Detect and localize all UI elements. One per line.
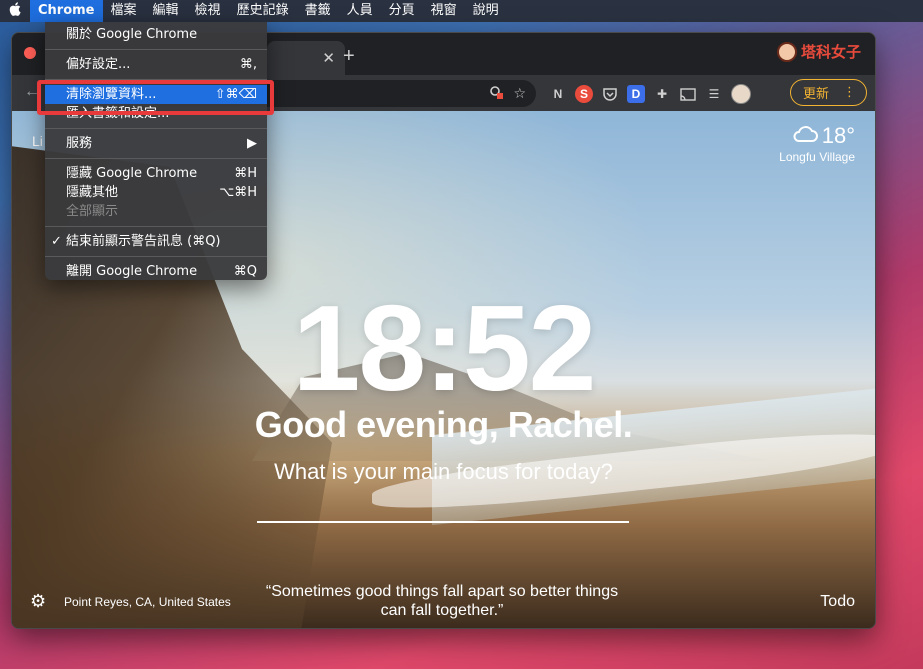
- weather-temperature: 18°: [821, 123, 855, 148]
- menu-separator: [45, 158, 267, 159]
- menu-people[interactable]: 人員: [339, 0, 381, 22]
- quote-line-2: can fall together.”: [380, 601, 504, 619]
- update-label: 更新: [802, 87, 829, 102]
- menu-item-hide-others-shortcut: ⌥⌘H: [219, 185, 257, 200]
- menu-item-show-all: 全部顯示: [45, 202, 267, 221]
- menu-item-quit-label: 離開 Google Chrome: [66, 264, 198, 279]
- menu-separator: [45, 226, 267, 227]
- profile-avatar[interactable]: [731, 84, 751, 104]
- menu-edit[interactable]: 編輯: [145, 0, 187, 22]
- menu-separator: [45, 49, 267, 50]
- quote-line-1: “Sometimes good things fall apart so bet…: [265, 582, 619, 600]
- blocked-permission-icon[interactable]: [489, 85, 504, 102]
- menu-item-preferences-shortcut: ⌘,: [239, 57, 257, 72]
- pocket-icon[interactable]: [601, 85, 619, 103]
- daily-quote: “Sometimes good things fall apart so bet…: [242, 582, 642, 620]
- new-tab-button[interactable]: +: [343, 45, 355, 68]
- todo-button[interactable]: Todo: [820, 593, 855, 611]
- extension-s-icon[interactable]: S: [575, 85, 593, 103]
- cloud-icon: [792, 123, 818, 149]
- apple-menu[interactable]: [0, 0, 30, 22]
- checkmark-icon: ✓: [51, 234, 62, 249]
- menu-item-quit-shortcut: ⌘Q: [233, 264, 257, 279]
- menu-item-warn-before-quit[interactable]: ✓ 結束前顯示警告訊息 (⌘Q): [45, 232, 267, 251]
- menu-help[interactable]: 說明: [465, 0, 507, 22]
- menu-item-quit[interactable]: 離開 Google Chrome ⌘Q: [45, 262, 267, 281]
- more-menu-icon: ⋮: [843, 85, 856, 100]
- menu-item-preferences-label: 偏好設定...: [66, 57, 131, 72]
- brand-text: 塔科女子: [800, 43, 861, 61]
- menu-view[interactable]: 檢視: [187, 0, 229, 22]
- menu-item-hide-others-label: 隱藏其他: [66, 185, 119, 200]
- menu-item-hide-chrome-shortcut: ⌘H: [234, 166, 257, 181]
- menu-file[interactable]: 檔案: [103, 0, 145, 22]
- menu-chrome[interactable]: Chrome: [30, 0, 103, 22]
- menu-item-hide-chrome[interactable]: 隱藏 Google Chrome ⌘H: [45, 164, 267, 183]
- menu-bar: Chrome 檔案 編輯 檢視 歷史記錄 書籤 人員 分頁 視窗 說明: [0, 0, 923, 22]
- media-control-icon[interactable]: ☰: [705, 85, 723, 103]
- menu-window[interactable]: 視窗: [423, 0, 465, 22]
- brand-watermark: 塔科女子: [776, 41, 861, 62]
- extension-n-icon[interactable]: N: [549, 85, 567, 103]
- focus-question: What is your main focus for today?: [274, 459, 613, 484]
- greeting-text: Good evening, Rachel.: [254, 404, 633, 445]
- submenu-arrow-icon: ▶: [247, 136, 257, 151]
- extension-d-icon[interactable]: D: [627, 85, 645, 103]
- menu-history[interactable]: 歷史記錄: [229, 0, 297, 22]
- close-tab-icon[interactable]: ✕: [322, 49, 335, 67]
- extensions-row: N S D ✚ ☰: [549, 84, 751, 104]
- menu-bookmarks[interactable]: 書籤: [297, 0, 339, 22]
- apple-icon: [9, 2, 21, 20]
- cast-icon[interactable]: [679, 85, 697, 103]
- menu-item-hide-others[interactable]: 隱藏其他 ⌥⌘H: [45, 183, 267, 202]
- update-button[interactable]: 更新 ⋮: [789, 79, 867, 106]
- menu-item-show-all-label: 全部顯示: [66, 204, 119, 219]
- menu-item-about[interactable]: 關於 Google Chrome: [45, 25, 267, 44]
- links-button[interactable]: Li: [32, 133, 43, 149]
- chrome-app-menu: 關於 Google Chrome 偏好設定... ⌘, 清除瀏覽資料... ⇧⌘…: [45, 22, 267, 280]
- menu-tab[interactable]: 分頁: [381, 0, 423, 22]
- brand-avatar-icon: [776, 41, 797, 62]
- menu-item-preferences[interactable]: 偏好設定... ⌘,: [45, 55, 267, 74]
- annotation-highlight-box: [37, 80, 274, 115]
- menu-item-about-label: 關於 Google Chrome: [66, 27, 198, 42]
- bookmark-star-icon[interactable]: ☆: [513, 85, 526, 102]
- menu-item-services[interactable]: 服務 ▶: [45, 134, 267, 153]
- menu-item-services-label: 服務: [66, 136, 93, 151]
- active-tab[interactable]: ✕: [267, 41, 345, 75]
- puzzle-extensions-icon[interactable]: ✚: [653, 85, 671, 103]
- photo-location[interactable]: Point Reyes, CA, United States: [64, 595, 231, 609]
- clock-time: 18:52: [292, 280, 596, 416]
- focus-input[interactable]: [257, 521, 629, 523]
- settings-gear-icon[interactable]: ⚙: [30, 591, 46, 612]
- menu-separator: [45, 256, 267, 257]
- weather-widget[interactable]: 18° Longfu Village: [779, 123, 855, 164]
- weather-location: Longfu Village: [779, 150, 855, 164]
- close-window-button[interactable]: [24, 47, 36, 59]
- menu-item-warn-label: 結束前顯示警告訊息 (⌘Q): [66, 234, 221, 249]
- menu-item-hide-chrome-label: 隱藏 Google Chrome: [66, 166, 198, 181]
- menu-separator: [45, 128, 267, 129]
